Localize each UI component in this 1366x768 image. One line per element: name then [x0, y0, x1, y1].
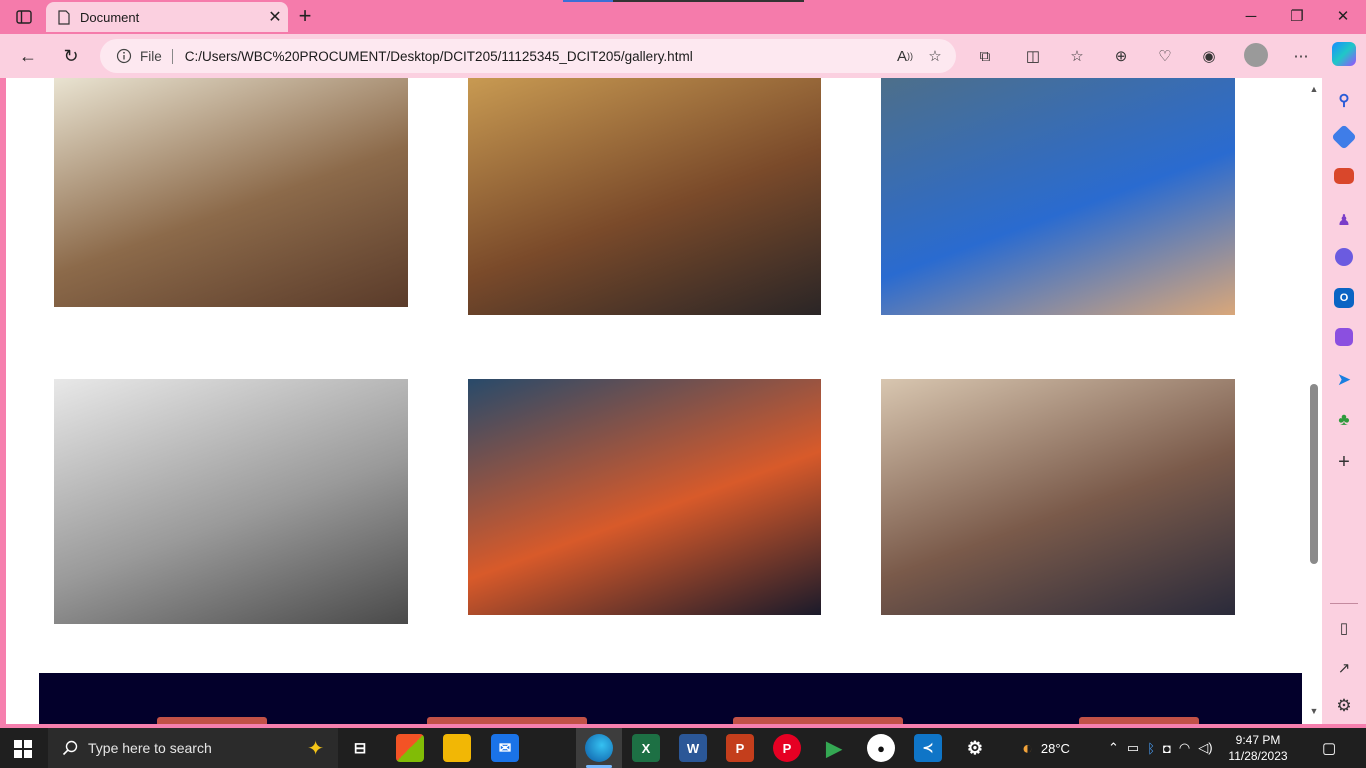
- search-icon: [62, 740, 78, 756]
- minimize-button[interactable]: ─: [1228, 0, 1274, 32]
- designer-icon[interactable]: [1335, 328, 1353, 346]
- gallery-image-mac-computer-lab: [54, 379, 408, 624]
- gallery-image-gaming-pc-setup: [468, 379, 821, 615]
- more-menu-icon[interactable]: ⋯: [1286, 42, 1316, 70]
- battery-icon[interactable]: ▭: [1127, 740, 1139, 756]
- footer-link[interactable]: [427, 717, 587, 724]
- edge-sidebar: ⚲ ♟ O ➤ ♣ + ▯ ↗ ⚙: [1322, 78, 1366, 724]
- gallery-image-robotics-lab: [881, 78, 1235, 315]
- weather-moon-icon: ◐: [1022, 737, 1033, 758]
- page-icon: [58, 9, 70, 25]
- tab-actions-icon[interactable]: [10, 6, 38, 28]
- open-external-icon[interactable]: ↗: [1332, 656, 1356, 680]
- collections-icon[interactable]: ⊕: [1106, 42, 1136, 70]
- system-tray: ⌃ ▭ ᛒ ◘ ◠ ◁): [1108, 728, 1213, 768]
- tab-document[interactable]: Document ✕: [46, 2, 288, 32]
- search-placeholder: Type here to search: [88, 740, 212, 756]
- url-text[interactable]: C:/Users/WBC%20PROCUMENT/Desktop/DCIT205…: [185, 49, 890, 64]
- taskbar-search[interactable]: Type here to search ✦: [48, 728, 338, 768]
- outlook-icon[interactable]: O: [1334, 288, 1354, 308]
- wifi-icon[interactable]: ◠: [1179, 740, 1190, 756]
- split-view-icon[interactable]: ▯: [1332, 616, 1356, 640]
- restore-button[interactable]: ❐: [1274, 0, 1320, 32]
- scroll-up-icon[interactable]: ▲: [1309, 84, 1319, 94]
- bluetooth-icon[interactable]: ᛒ: [1147, 741, 1155, 756]
- extensions-icon[interactable]: ⧉: [970, 42, 1000, 70]
- page-scrollbar[interactable]: ▲ ▼: [1306, 78, 1322, 724]
- tools-icon[interactable]: [1334, 168, 1354, 184]
- sidebar-divider: [1330, 603, 1358, 604]
- pinterest-icon[interactable]: P: [773, 734, 801, 762]
- edge-browser-icon[interactable]: [585, 734, 613, 762]
- clock-date: 11/28/2023: [1228, 749, 1288, 763]
- scroll-down-icon[interactable]: ▼: [1309, 706, 1319, 716]
- word-icon[interactable]: W: [679, 734, 707, 762]
- gallery-image-students-coding-on-laptop: [881, 379, 1235, 615]
- favorites-icon[interactable]: ☆: [1062, 42, 1092, 70]
- read-aloud-icon[interactable]: A)): [890, 42, 920, 70]
- taskbar-clock[interactable]: 9:47 PM 11/28/2023: [1210, 732, 1306, 764]
- browser-toolbar: ← ↻ File C:/Users/WBC%20PROCUMENT/Deskto…: [0, 34, 1366, 78]
- footer-link[interactable]: [733, 717, 903, 724]
- page-footer: [39, 673, 1302, 724]
- gallery-image-library-reading-room: [54, 78, 408, 307]
- games-icon[interactable]: ♟: [1332, 208, 1356, 232]
- add-app-icon[interactable]: +: [1332, 450, 1356, 474]
- weather-widget[interactable]: ◐ 28°C: [1022, 728, 1070, 768]
- split-screen-icon[interactable]: ◫: [1018, 42, 1048, 70]
- close-window-button[interactable]: ✕: [1320, 0, 1366, 32]
- powerpoint-icon[interactable]: P: [726, 734, 754, 762]
- file-explorer-icon[interactable]: [443, 734, 471, 762]
- show-hidden-icons-icon[interactable]: ⌃: [1108, 740, 1119, 756]
- windows-taskbar: Type here to search ✦ ⊟ ✉ X W P P ▶ ● ≺ …: [0, 728, 1366, 768]
- notifications-icon[interactable]: ▢: [1322, 728, 1336, 768]
- gallery-image-lecture-hall: [468, 78, 821, 315]
- close-tab-icon[interactable]: ✕: [262, 4, 288, 30]
- new-tab-button[interactable]: +: [292, 3, 318, 28]
- play-store-icon[interactable]: ▶: [820, 734, 848, 762]
- scroll-thumb[interactable]: [1310, 384, 1318, 564]
- footer-link[interactable]: [157, 717, 267, 724]
- profile-avatar[interactable]: [1244, 43, 1268, 67]
- camera-icon[interactable]: ◘: [1163, 741, 1171, 756]
- performance-icon[interactable]: ◉: [1194, 42, 1224, 70]
- page-viewport: [6, 78, 1306, 724]
- send-icon[interactable]: ➤: [1332, 368, 1356, 392]
- microsoft-365-icon[interactable]: [1335, 248, 1353, 266]
- info-icon[interactable]: [116, 48, 132, 64]
- task-view-icon[interactable]: ⊟: [346, 734, 374, 762]
- microsoft-store-icon[interactable]: [396, 734, 424, 762]
- copilot-icon[interactable]: [1332, 42, 1356, 66]
- vscode-icon[interactable]: ≺: [914, 734, 942, 762]
- refresh-button[interactable]: ↻: [56, 42, 86, 70]
- weather-temp: 28°C: [1040, 740, 1070, 756]
- page-loading-bar: [563, 0, 804, 2]
- settings-app-icon[interactable]: ⚙: [961, 734, 989, 762]
- browser-tab-bar: Document ✕ + ─ ❐ ✕: [0, 0, 1366, 34]
- file-scheme-label: File: [140, 48, 173, 64]
- favorite-star-icon[interactable]: ☆: [920, 42, 950, 70]
- search-highlight-icon[interactable]: ✦: [307, 736, 324, 761]
- search-icon[interactable]: ⚲: [1332, 88, 1356, 112]
- shopping-tag-icon[interactable]: [1331, 124, 1357, 150]
- github-icon[interactable]: ●: [867, 734, 895, 762]
- excel-icon[interactable]: X: [632, 734, 660, 762]
- clock-time: 9:47 PM: [1235, 733, 1281, 747]
- mail-icon[interactable]: ✉: [491, 734, 519, 762]
- back-button[interactable]: ←: [13, 42, 43, 70]
- tree-icon[interactable]: ♣: [1332, 408, 1356, 432]
- footer-link[interactable]: [1079, 717, 1199, 724]
- browser-essentials-icon[interactable]: ♡: [1150, 42, 1180, 70]
- tab-title: Document: [80, 9, 140, 25]
- windows-start-icon[interactable]: [14, 740, 32, 758]
- address-bar[interactable]: File C:/Users/WBC%20PROCUMENT/Desktop/DC…: [100, 39, 956, 73]
- settings-gear-icon[interactable]: ⚙: [1332, 694, 1356, 718]
